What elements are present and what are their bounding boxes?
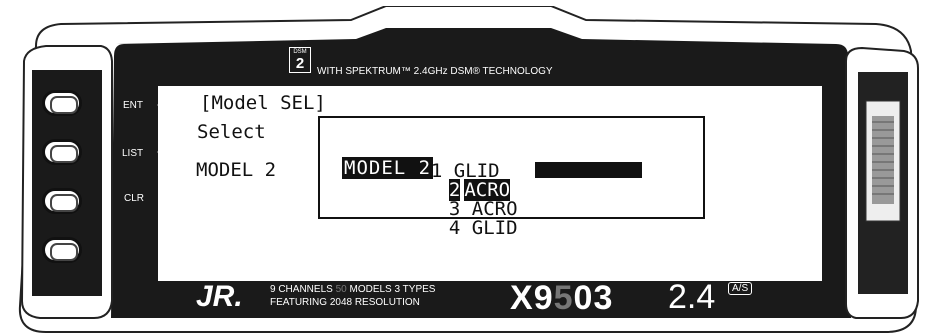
clr-button[interactable] — [42, 188, 82, 214]
banner-text: WITH SPEKTRUM™ 2.4GHz DSM® TECHNOLOGY — [317, 66, 553, 77]
current-model-label: MODEL 2 — [196, 159, 277, 181]
frequency-label: 2.4 — [668, 278, 716, 316]
screen-title: [Model SEL] — [200, 92, 326, 114]
footer-line-2: FEATURING 2048 RESOLUTION — [270, 297, 420, 308]
list-arrow-icon — [157, 145, 170, 159]
ent-arrow-icon — [157, 98, 170, 112]
select-label: Select — [197, 121, 266, 143]
model-list-item-4-type: GLID — [471, 217, 518, 239]
model-logo-9: 9 — [533, 279, 554, 317]
list-button[interactable] — [42, 139, 82, 165]
model-highlight-label: MODEL 2 — [342, 157, 434, 179]
dsm-badge-digit: 2 — [295, 55, 305, 72]
dsm-logo: DSM 2 — [289, 47, 311, 73]
up-down-arrow-icon: ↑ ↓ — [809, 157, 819, 191]
model-logo-03: 03 — [573, 279, 614, 317]
footer-models-types: MODELS 3 TYPES — [349, 284, 436, 295]
clr-key-label: CLR — [124, 193, 145, 204]
model-logo-5: 5 — [553, 279, 574, 317]
model-logo: X9503 — [510, 279, 613, 318]
extra-button[interactable] — [42, 237, 82, 263]
model-edit-cursor — [535, 162, 642, 178]
as-badge: A/S — [728, 282, 753, 295]
list-key-label: LIST — [122, 148, 144, 159]
footer-channels: 9 CHANNELS — [270, 284, 333, 295]
model-list-item-4-num: 4 — [448, 217, 461, 239]
footer-models-count: 50 — [335, 284, 347, 295]
footer-line-1: 9 CHANNELS 50 MODELS 3 TYPES — [270, 284, 435, 296]
model-list-item-4[interactable]: 4 GLID — [426, 195, 518, 239]
model-logo-x: X — [510, 279, 534, 317]
ent-button[interactable] — [42, 90, 82, 116]
jr-logo: JR. — [196, 280, 243, 313]
ent-key-label: ENT — [123, 100, 143, 111]
